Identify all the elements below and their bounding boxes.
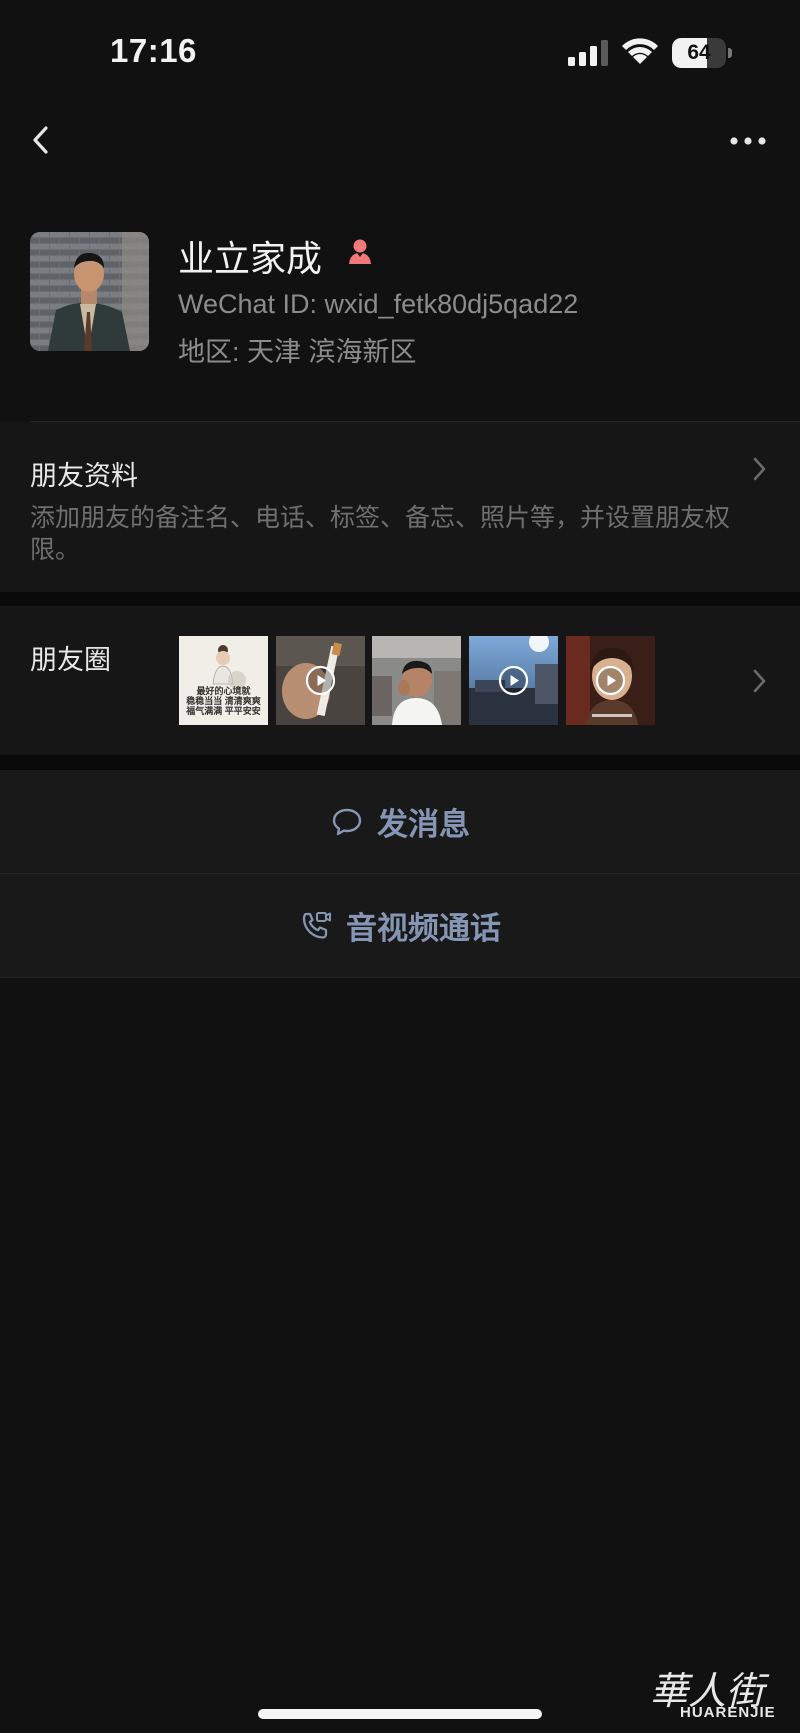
- send-message-label: 发消息: [377, 807, 470, 842]
- chevron-right-icon: [753, 669, 766, 693]
- status-bar: 17:16 64: [0, 0, 800, 100]
- back-button[interactable]: [26, 118, 56, 162]
- wechat-id: WeChat ID: wxid_fetk80dj5qad22: [178, 289, 579, 319]
- battery-indicator: 64: [672, 38, 726, 68]
- thumbnail-caption: 最好的心境就 稳稳当当 清清爽爽 福气满满 平平安安: [179, 686, 268, 716]
- divider: [0, 977, 800, 978]
- chevron-right-icon: [753, 457, 766, 481]
- moments-thumbnail-image: [372, 636, 461, 725]
- home-indicator[interactable]: [258, 1709, 542, 1719]
- caption-line-1: 最好的心境就: [196, 686, 251, 696]
- female-icon: [349, 239, 371, 264]
- friend-info-description: 添加朋友的备注名、电话、标签、备忘、照片等，并设置朋友权限。: [30, 504, 731, 564]
- wifi-icon: [622, 38, 658, 64]
- play-icon: [305, 665, 336, 696]
- battery-nub: [728, 48, 732, 58]
- battery-percent: 64: [687, 41, 711, 64]
- moments-thumbnail-5[interactable]: [566, 636, 655, 725]
- moments-label: 朋友圈: [30, 645, 111, 675]
- section-gap: [0, 592, 800, 606]
- section-gap: [0, 755, 800, 770]
- more-options-button[interactable]: [726, 126, 770, 156]
- chevron-left-icon: [33, 126, 48, 154]
- send-message-button[interactable]: 发消息: [0, 770, 800, 873]
- avatar[interactable]: [30, 232, 149, 351]
- voice-video-call-label: 音视频通话: [346, 911, 501, 946]
- watermark-logo: 華人街 HUARENJIE: [640, 1660, 790, 1726]
- phone-video-icon: [302, 911, 331, 939]
- region: 地区: 天津 滨海新区: [178, 337, 417, 367]
- voice-video-call-button[interactable]: 音视频通话: [0, 874, 800, 977]
- cellular-signal-icon: [568, 40, 608, 66]
- moments-thumbnail-1[interactable]: 最好的心境就 稳稳当当 清清爽爽 福气满满 平平安安: [179, 636, 268, 725]
- status-time: 17:16: [110, 32, 197, 69]
- profile-name: 业立家成: [178, 238, 323, 279]
- chat-bubble-icon: [332, 808, 362, 835]
- caption-line-3: 福气满满 平平安安: [186, 706, 261, 716]
- moments-thumbnail-4[interactable]: [469, 636, 558, 725]
- caption-line-2: 稳稳当当 清清爽爽: [186, 696, 261, 706]
- avatar-photo: [30, 232, 149, 351]
- play-icon: [498, 665, 529, 696]
- watermark-text: HUARENJIE: [680, 1704, 776, 1721]
- friend-info-title: 朋友资料: [30, 461, 138, 491]
- moments-thumbnail-2[interactable]: [276, 636, 365, 725]
- more-dots-icon: [730, 137, 766, 145]
- play-icon: [595, 665, 626, 696]
- moments-thumbnail-3[interactable]: [372, 636, 461, 725]
